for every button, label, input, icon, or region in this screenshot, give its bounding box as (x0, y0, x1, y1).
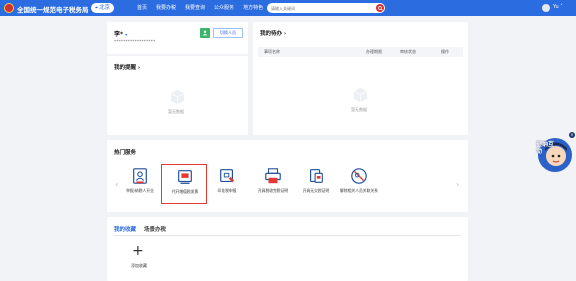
hot-services-card: 热门服务 ‹ 举报/纳税人开业 代开增值税发票 印花税申报 开具税收完税证明 开… (107, 140, 468, 212)
nav-item-query[interactable]: 我要查询 (185, 4, 205, 11)
service-label: 开具税收完税证明 (257, 188, 289, 193)
col-item-name: 事项名称 (264, 49, 280, 54)
location-pin-icon: ⌖ (95, 5, 99, 11)
reminders-title-text: 我的提醒 (114, 65, 137, 71)
person-switch-icon (202, 30, 208, 36)
carousel-next-icon[interactable]: › (456, 180, 459, 189)
chevron-down-icon: ˅ (560, 4, 563, 10)
service-item[interactable]: 开具无欠税证明 (293, 164, 339, 204)
reminders-empty-text: 暂无数据 (168, 109, 184, 114)
empty-box-icon (353, 87, 368, 103)
nav-item-tax-filing[interactable]: 我要办税 (156, 4, 176, 11)
close-icon[interactable]: × (569, 132, 575, 138)
unlink-icon (351, 168, 367, 184)
user-menu[interactable]: Yu ˅ (553, 4, 563, 10)
nav-item-local-features[interactable]: 地方特色 (243, 4, 263, 11)
service-item[interactable]: 解除相关人员关联关系 (336, 164, 382, 204)
search-box (267, 3, 385, 13)
empty-box-icon (170, 89, 185, 105)
plus-icon: + (132, 243, 144, 259)
service-label: 开具无欠税证明 (302, 188, 330, 193)
todo-table-header: 事项名称 办理期限 审核状态 操作 (258, 47, 463, 57)
tabs-divider (114, 235, 461, 236)
add-favorite-button[interactable]: + 添加收藏 (126, 244, 152, 274)
todo-empty-text: 暂无数据 (351, 107, 367, 112)
my-reminders-card: 我的提醒 › 暂无数据 (107, 56, 248, 135)
col-deadline: 办理期限 (366, 49, 382, 54)
user-id-masked: ****************** (114, 39, 156, 44)
user-tag-icon: ▾ (125, 32, 128, 37)
region-selector[interactable]: ⌖ 北京 (91, 3, 115, 13)
user-info-card: 李* ▾ ****************** 切换人员 (107, 22, 248, 54)
service-label: 印花税申报 (217, 188, 237, 193)
swap-identity-button[interactable] (200, 28, 210, 38)
hot-services-title: 热门服务 (114, 150, 137, 156)
reminders-title[interactable]: 我的提醒 › (114, 63, 140, 71)
printer-icon (265, 168, 281, 184)
switch-user-button[interactable]: 切换人员 (213, 28, 243, 38)
region-label: 北京 (99, 5, 111, 11)
service-item[interactable]: 开具税收完税证明 (250, 164, 296, 204)
col-actions: 操作 (441, 49, 449, 54)
certificate-icon (310, 169, 323, 183)
search-input[interactable] (271, 3, 371, 13)
service-label: 解除相关人员关联关系 (340, 188, 378, 193)
service-item[interactable]: 举报/纳税人开业 (117, 164, 163, 204)
col-review-status: 审核状态 (400, 49, 416, 54)
user-name: 李* ▾ (114, 29, 127, 38)
search-button[interactable] (376, 4, 384, 12)
todo-title[interactable]: 我的待办 › (260, 29, 286, 37)
id-card-icon (133, 168, 147, 184)
todo-title-text: 我的待办 (260, 31, 283, 37)
mascot-text: 征纳互动 (536, 141, 555, 155)
user-name-text: 李* (114, 31, 124, 38)
add-favorite-label: 添加收藏 (131, 263, 147, 268)
site-title[interactable]: 全国统一规范电子税务局 (17, 4, 89, 14)
top-nav-bar: 全国统一规范电子税务局 ⌖ 北京 首页 我要办税 我要查询 公众服务 地方特色 … (0, 0, 576, 16)
main-nav: 首页 我要办税 我要查询 公众服务 地方特色 (137, 4, 263, 11)
favorites-card: 我的收藏 场景办税 + 添加收藏 (107, 217, 468, 281)
service-item-highlighted[interactable]: 代开增值税发票 (161, 164, 207, 204)
user-avatar[interactable] (542, 4, 550, 12)
tax-emblem-icon (4, 3, 14, 13)
service-label: 举报/纳税人开业 (126, 188, 154, 193)
assistant-mascot[interactable]: 征纳互动 (532, 131, 576, 175)
user-name-label: Yu (553, 4, 559, 10)
my-todo-card: 我的待办 › 事项名称 办理期限 审核状态 操作 暂无数据 (253, 22, 468, 135)
stamp-tax-icon (220, 169, 235, 183)
nav-item-home[interactable]: 首页 (137, 4, 147, 11)
nav-item-public-service[interactable]: 公众服务 (214, 4, 234, 11)
service-item[interactable]: 印花税申报 (204, 164, 250, 204)
search-icon (377, 5, 383, 11)
invoice-icon (178, 170, 192, 184)
service-label: 代开增值税发票 (171, 189, 199, 194)
